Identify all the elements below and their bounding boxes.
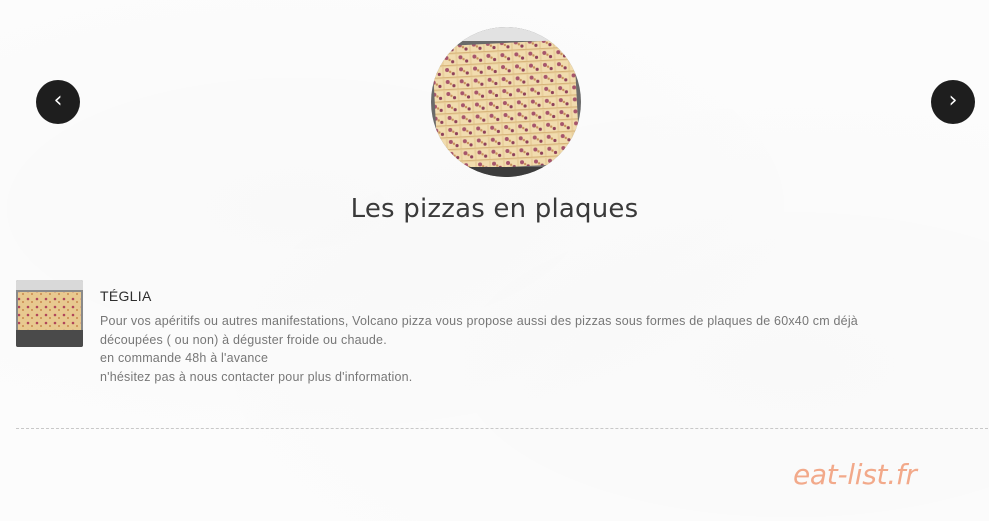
carousel-prev-button[interactable]: ‹: [36, 80, 80, 124]
watermark: eat-list.fr: [793, 458, 917, 491]
item-name: TÉGLIA: [100, 288, 152, 304]
item-description-line: n'hésitez pas à nous contacter pour plus…: [100, 369, 413, 384]
chevron-left-icon: ‹: [53, 88, 63, 113]
item-thumbnail[interactable]: [16, 280, 83, 347]
divider: [16, 428, 988, 429]
item-description: Pour vos apéritifs ou autres manifestati…: [100, 312, 970, 386]
pizza-tray-photo-icon: [431, 27, 581, 177]
carousel-next-button[interactable]: ›: [931, 80, 975, 124]
item-description-line: découpées ( ou non) à déguster froide ou…: [100, 332, 387, 347]
item-description-line: Pour vos apéritifs ou autres manifestati…: [100, 314, 858, 328]
item-description-line: en commande 48h à l'avance: [100, 351, 269, 365]
section-title: Les pizzas en plaques: [350, 194, 639, 224]
chevron-right-icon: ›: [948, 88, 958, 113]
pizza-tray-photo-icon: [16, 280, 83, 347]
page: ‹ Les pizzas en plaques › TÉGLIA Pour vo…: [0, 0, 989, 521]
carousel-hero-image: [431, 27, 581, 177]
